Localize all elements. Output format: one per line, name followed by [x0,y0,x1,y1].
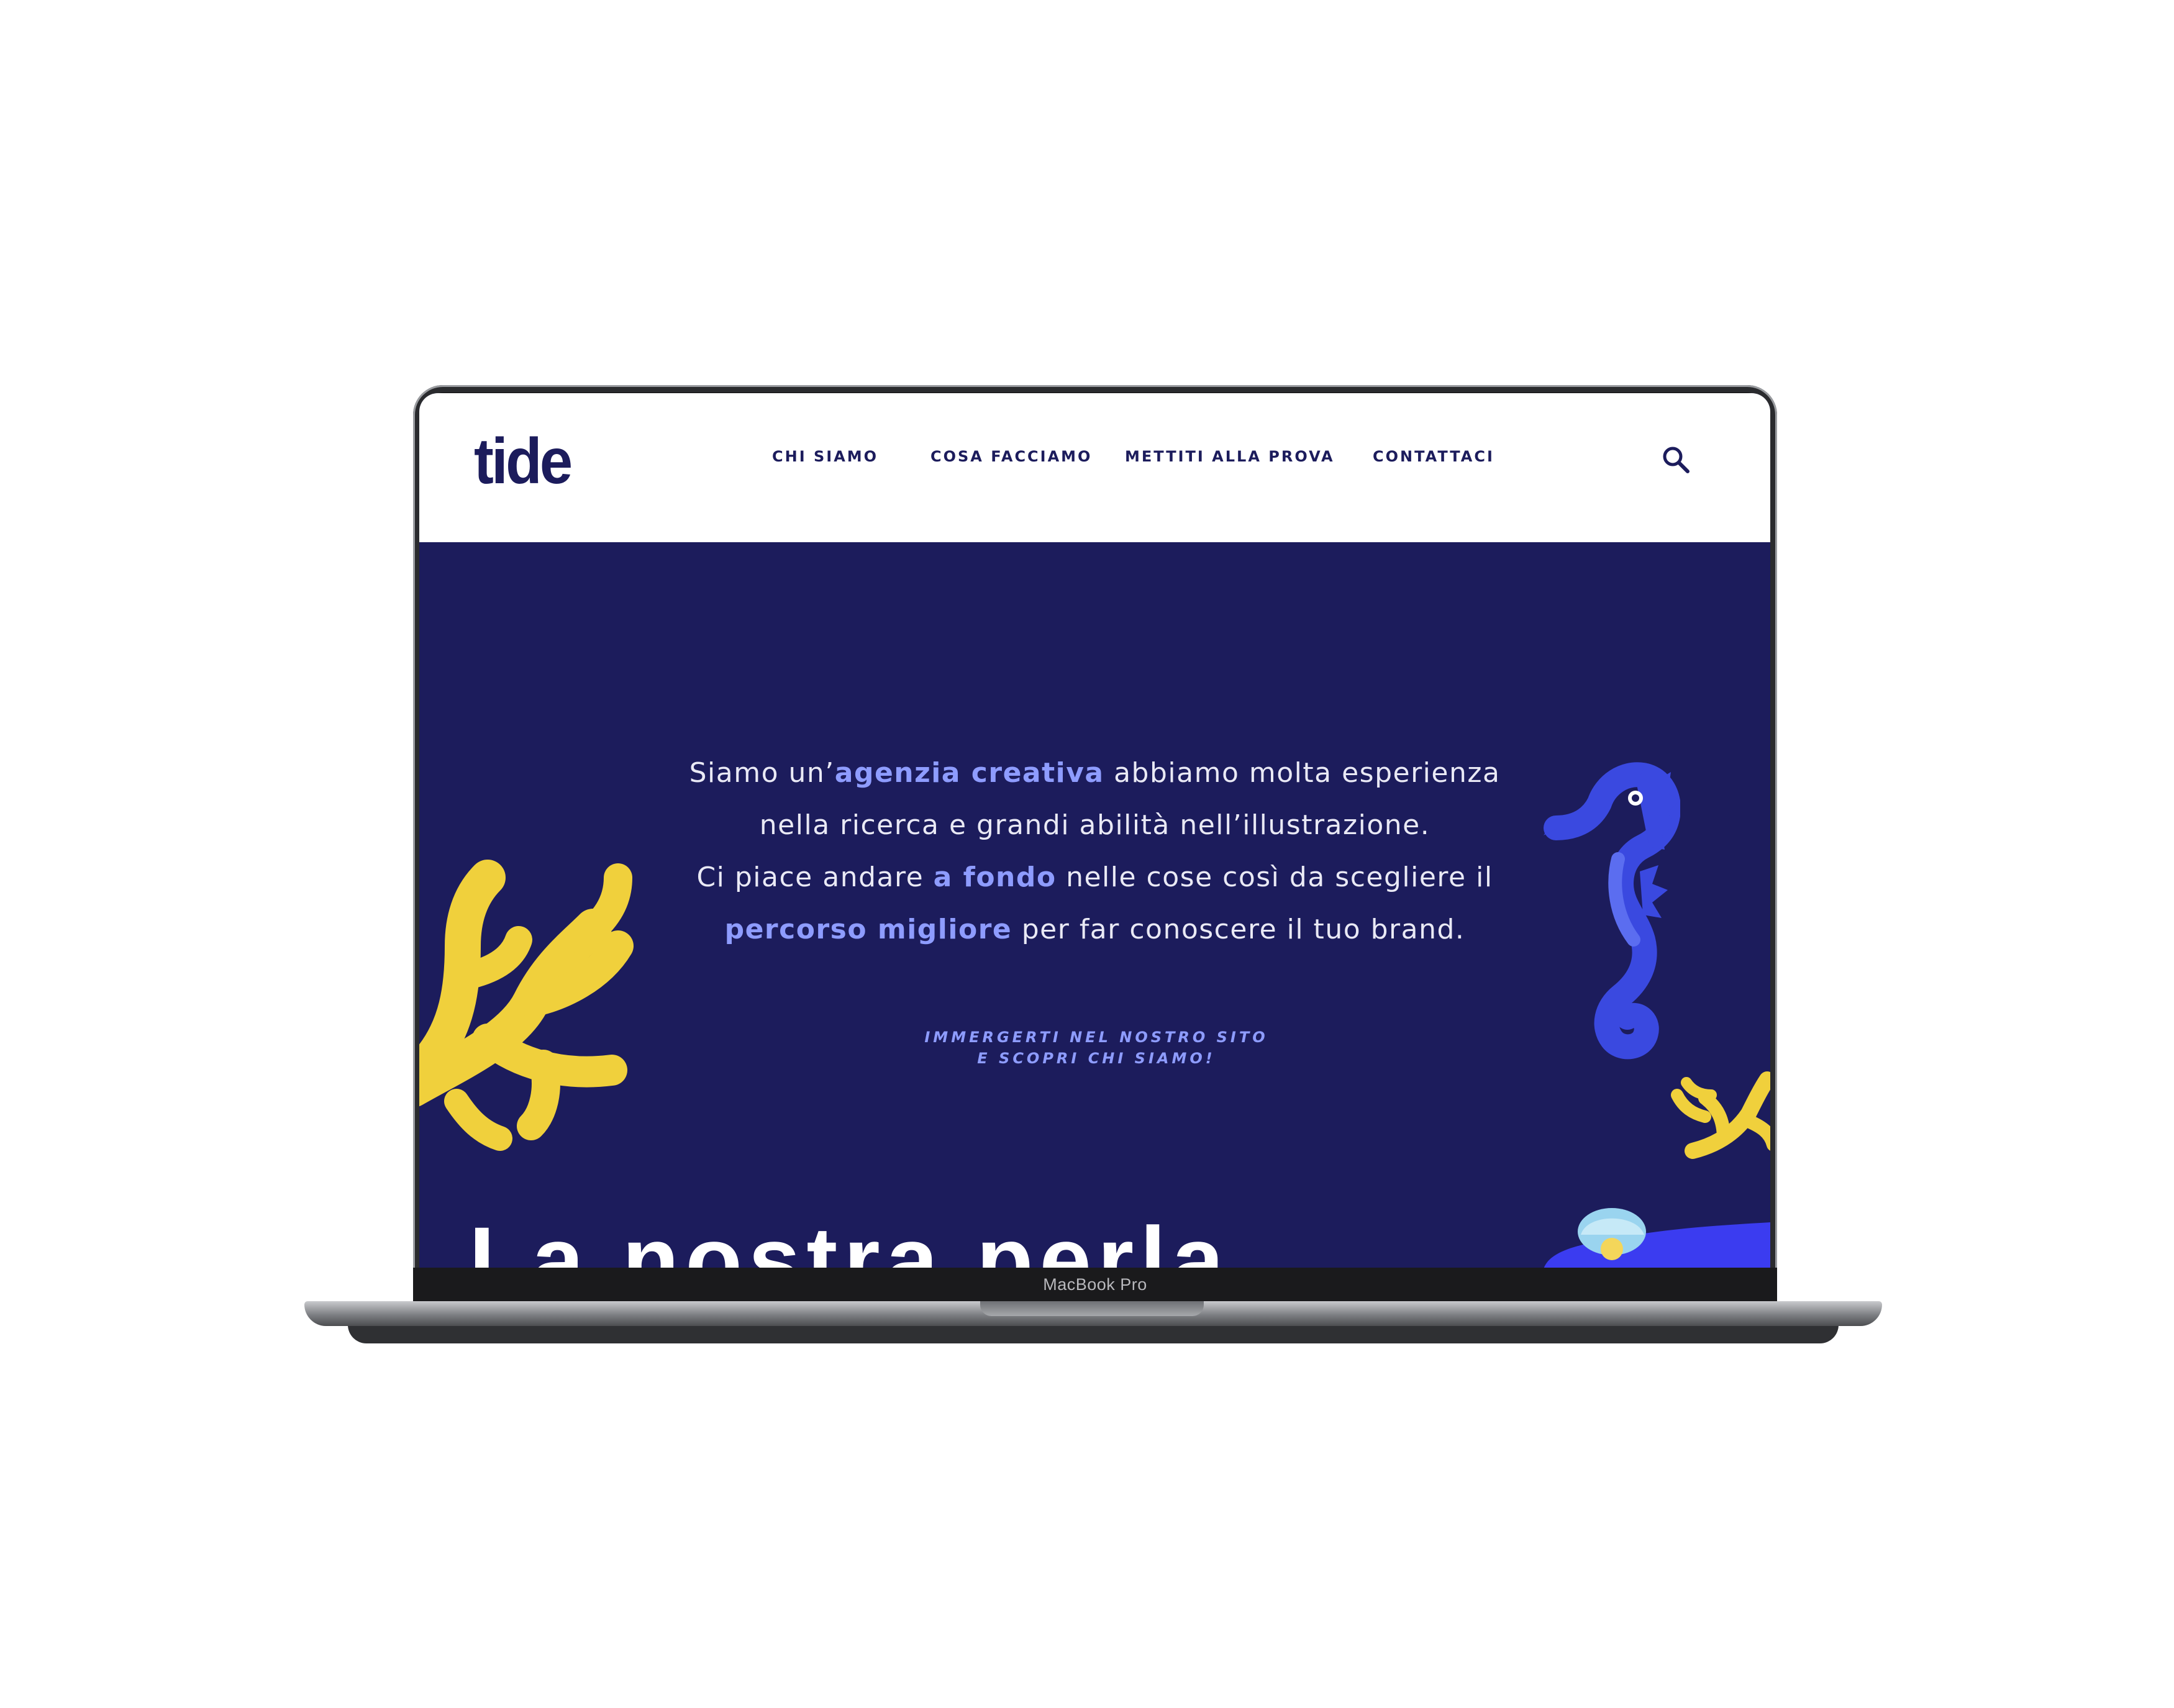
nav-item-mettiti-alla-prova[interactable]: METTITI ALLA PROVA [1125,448,1335,465]
macbook-mockup: tide CHI SIAMO COSA FACCIAMO METTITI ALL… [0,0,2174,1708]
device-label: MacBook Pro [1043,1274,1147,1294]
header-wave [419,486,1770,530]
nav-item-contattaci[interactable]: CONTATTACI [1373,448,1494,465]
laptop-base-shadow [348,1325,1839,1343]
seahorse-icon [1544,762,1680,1060]
search-icon[interactable] [1660,444,1691,475]
nav-item-chi-siamo[interactable]: CHI SIAMO [772,448,878,465]
website-screen: tide CHI SIAMO COSA FACCIAMO METTITI ALL… [419,393,1770,1268]
hero-line-1: Siamo un’agenzia creativa abbiamo molta … [689,757,1501,789]
hero-text: Siamo un’agenzia creativa abbiamo molta … [680,747,1509,956]
coral-icon [419,860,634,1151]
section-title: La nostra perla [469,1207,1230,1268]
cta-link[interactable]: IMMERGERTI NEL NOSTRO SITO E SCOPRI CHI … [910,1027,1283,1069]
hero-line-4: percorso migliore per far conoscere il t… [724,914,1465,945]
hero-line-2: nella ricerca e grandi abilità nell’illu… [759,809,1430,841]
coral-icon [1671,1071,1770,1159]
laptop-chin: MacBook Pro [413,1268,1777,1301]
nav-item-cosa-facciamo[interactable]: COSA FACCIAMO [930,448,1092,465]
main-nav: CHI SIAMO COSA FACCIAMO METTITI ALLA PRO… [419,448,1770,473]
pearl-shell-icon [1544,1208,1770,1268]
laptop-notch [980,1301,1204,1316]
hero-line-3: Ci piace andare a fondo nelle cose così … [696,861,1493,893]
